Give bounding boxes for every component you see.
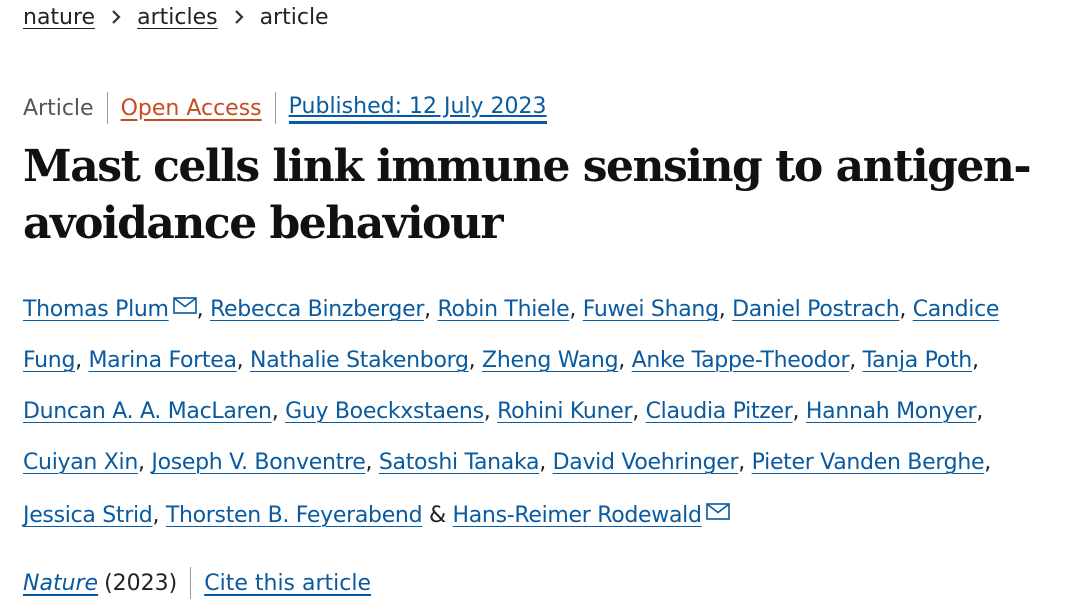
author-link[interactable]: Thorsten B. Feyerabend xyxy=(166,503,423,528)
author-link[interactable]: Rohini Kuner xyxy=(497,399,632,424)
author-separator: , xyxy=(365,450,379,475)
author-link[interactable]: Daniel Postrach xyxy=(732,297,900,322)
author-link[interactable]: Tanja Poth xyxy=(863,348,973,373)
author-separator: , xyxy=(236,348,251,373)
article-title: Mast cells link immune sensing to antige… xyxy=(23,141,1032,249)
author-link[interactable]: Nathalie Stakenborg xyxy=(250,348,469,373)
author-separator: , xyxy=(899,297,913,322)
mail-icon[interactable] xyxy=(172,282,197,333)
author-link[interactable]: Guy Boeckxstaens xyxy=(285,399,484,424)
author-separator: , xyxy=(137,450,152,475)
author-separator: , xyxy=(75,348,89,373)
breadcrumb-item-nature[interactable]: nature xyxy=(23,5,95,30)
author-link[interactable]: Jessica Strid xyxy=(23,503,153,528)
chevron-right-icon xyxy=(230,9,248,25)
author-link[interactable]: Hannah Monyer xyxy=(806,399,977,424)
author-link[interactable]: Zheng Wang xyxy=(482,348,618,373)
author-separator: , xyxy=(152,503,166,528)
publication-year: (2023) xyxy=(104,570,178,596)
author-link[interactable]: Marina Fortea xyxy=(89,348,237,373)
author-separator: , xyxy=(792,399,806,424)
author-separator: , xyxy=(618,348,632,373)
published-date-link[interactable]: Published: 12 July 2023 xyxy=(288,94,547,124)
divider xyxy=(106,92,108,124)
author-separator: , xyxy=(738,450,752,475)
open-access-link[interactable]: Open Access xyxy=(121,96,262,121)
author-separator: , xyxy=(971,348,979,373)
divider xyxy=(274,92,276,124)
author-link[interactable]: Rebecca Binzberger xyxy=(210,297,424,322)
author-separator: , xyxy=(976,399,984,424)
journal-link[interactable]: Nature xyxy=(23,571,98,596)
author-separator: , xyxy=(632,399,646,424)
author-list: Thomas Plum, Rebecca Binzberger, Robin T… xyxy=(23,282,1063,541)
article-header: nature articles article Article Open Acc… xyxy=(0,0,1080,610)
author-link[interactable]: David Voehringer xyxy=(553,450,739,475)
author-separator: , xyxy=(483,399,498,424)
author-link[interactable]: Robin Thiele xyxy=(437,297,569,322)
author-separator: , xyxy=(196,297,211,322)
author-separator: , xyxy=(569,297,583,322)
author-link[interactable]: Satoshi Tanaka xyxy=(379,450,540,475)
author-separator: , xyxy=(539,450,553,475)
breadcrumb-current: article xyxy=(259,4,329,30)
author-separator: , xyxy=(468,348,483,373)
cite-article-link[interactable]: Cite this article xyxy=(204,571,371,596)
author-separator: & xyxy=(422,503,453,528)
breadcrumb: nature articles article xyxy=(23,2,329,32)
article-meta: Article Open Access Published: 12 July 2… xyxy=(23,91,547,125)
author-link[interactable]: Anke Tappe-Theodor xyxy=(632,348,850,373)
mail-icon[interactable] xyxy=(705,488,730,539)
author-link[interactable]: Thomas Plum xyxy=(23,297,169,322)
author-link[interactable]: Joseph V. Bonventre xyxy=(151,450,365,475)
author-link[interactable]: Pieter Vanden Berghe xyxy=(752,450,985,475)
author-separator: , xyxy=(984,450,991,475)
author-link[interactable]: Duncan A. A. MacLaren xyxy=(23,399,272,424)
author-separator: , xyxy=(718,297,733,322)
author-link[interactable]: Fuwei Shang xyxy=(583,297,719,322)
author-separator: , xyxy=(424,297,438,322)
author-link[interactable]: Claudia Pitzer xyxy=(646,399,793,424)
article-type: Article xyxy=(23,95,94,121)
divider xyxy=(190,567,192,599)
author-separator: , xyxy=(271,399,286,424)
author-link[interactable]: Hans-Reimer Rodewald xyxy=(453,503,702,528)
author-separator: , xyxy=(849,348,863,373)
author-link[interactable]: Cuiyan Xin xyxy=(23,450,138,475)
breadcrumb-item-articles[interactable]: articles xyxy=(137,5,217,30)
chevron-right-icon xyxy=(107,9,125,25)
citation-line: Nature (2023) Cite this article xyxy=(23,566,371,600)
